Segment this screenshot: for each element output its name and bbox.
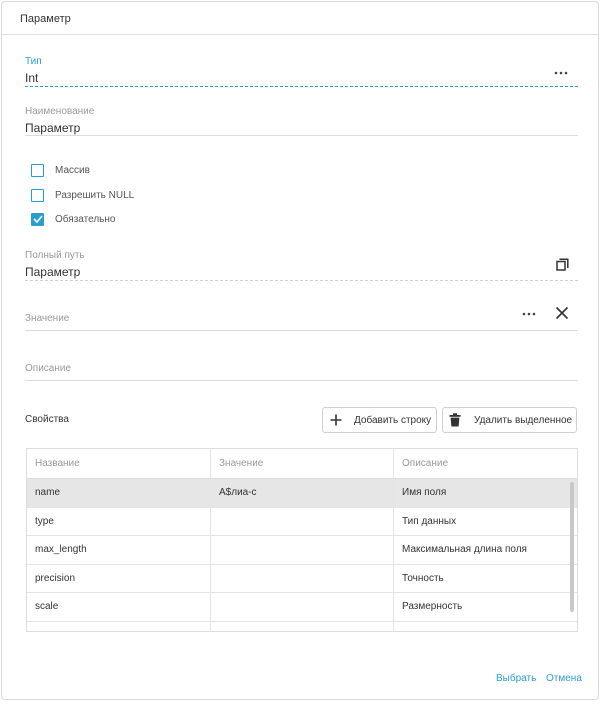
checkbox-allow-null[interactable]: Разрешить NULL <box>31 187 134 203</box>
checkbox-allow-null-label: Разрешить NULL <box>55 189 135 201</box>
add-row-button[interactable]: Добавить строку <box>322 407 437 433</box>
value-label: Значение <box>25 313 70 324</box>
table-cell[interactable]: scale <box>27 593 211 621</box>
checkbox-required-box[interactable] <box>31 212 44 226</box>
more-icon[interactable] <box>552 66 570 80</box>
value-field[interactable]: Значение <box>25 302 578 332</box>
full-path-label: Полный путь <box>25 250 85 261</box>
trash-icon <box>449 413 461 427</box>
table-cell[interactable]: A$лиа-с <box>211 479 394 507</box>
checkbox-array-box[interactable] <box>31 163 44 177</box>
table-cell[interactable]: max_length <box>27 536 211 564</box>
table-header: Название Значение Описание <box>27 449 577 479</box>
select-button[interactable]: Выбрать <box>496 673 536 684</box>
checkbox-allow-null-box[interactable] <box>31 188 44 202</box>
type-field[interactable]: Тип Int <box>25 56 578 88</box>
checkmark-icon <box>32 215 43 223</box>
checkbox-required[interactable]: Обязательно <box>31 211 115 227</box>
type-value: Int <box>25 71 39 85</box>
properties-label: Свойства <box>25 414 69 425</box>
more-icon[interactable] <box>520 308 538 320</box>
table-cell[interactable]: Имя поля <box>394 479 577 507</box>
table-cell[interactable] <box>394 622 577 632</box>
full-path-field: Полный путь Параметр <box>25 250 578 282</box>
dialog-title: Параметр <box>2 2 598 35</box>
table-cell[interactable]: Тип данных <box>394 508 577 536</box>
checkbox-array-label: Массив <box>55 164 90 176</box>
table-row[interactable]: max_length Максимальная длина поля <box>27 536 577 565</box>
table-cell[interactable]: precision <box>27 564 211 592</box>
table-cell[interactable]: Точность <box>394 565 577 593</box>
full-path-value: Параметр <box>25 265 81 279</box>
table-row[interactable]: type Тип данных <box>27 507 577 536</box>
name-field[interactable]: Наименование Параметр <box>25 106 578 138</box>
column-header-description[interactable]: Описание <box>394 449 577 478</box>
table-cell[interactable] <box>211 593 394 621</box>
table-scrollbar[interactable] <box>570 482 574 612</box>
column-header-name[interactable]: Название <box>27 449 211 478</box>
full-path-underline <box>25 280 578 281</box>
description-field[interactable]: Описание <box>25 352 578 382</box>
table-row-partial[interactable] <box>27 621 577 632</box>
table-cell[interactable]: name <box>27 479 211 507</box>
table-cell[interactable] <box>211 564 394 592</box>
add-row-label: Добавить строку <box>354 414 432 426</box>
delete-selected-label: Удалить выделенное <box>474 414 573 426</box>
table-cell[interactable]: Максимальная длина поля <box>394 536 577 564</box>
table-cell[interactable] <box>211 507 394 535</box>
table-cell[interactable] <box>211 621 394 631</box>
table-row[interactable]: scale Размерность <box>27 593 577 622</box>
cancel-button[interactable]: Отмена <box>546 673 582 684</box>
value-underline <box>25 330 578 331</box>
checkbox-required-label: Обязательно <box>55 213 116 225</box>
type-label: Тип <box>25 56 42 67</box>
column-header-value[interactable]: Значение <box>211 449 394 478</box>
close-icon[interactable] <box>554 305 570 321</box>
table-cell[interactable] <box>211 536 394 564</box>
table-cell[interactable]: Размерность <box>394 593 577 621</box>
name-underline <box>25 135 578 136</box>
checkbox-array[interactable]: Массив <box>31 162 90 178</box>
description-label: Описание <box>25 363 72 374</box>
copy-icon[interactable] <box>554 256 570 272</box>
type-underline <box>25 86 578 87</box>
properties-table: Название Значение Описание name A$лиа-с … <box>26 448 578 632</box>
description-underline <box>25 380 578 381</box>
table-row[interactable]: precision Точность <box>27 564 577 593</box>
table-cell[interactable] <box>27 621 211 631</box>
table-cell[interactable]: type <box>27 507 211 535</box>
name-value: Параметр <box>25 121 81 135</box>
plus-icon <box>330 414 342 426</box>
parameter-dialog: Параметр Тип Int Наименование Параметр М… <box>1 1 599 700</box>
name-label: Наименование <box>25 106 95 117</box>
delete-selected-button[interactable]: Удалить выделенное <box>442 407 577 433</box>
table-row[interactable]: name A$лиа-с Имя поля <box>27 479 577 508</box>
